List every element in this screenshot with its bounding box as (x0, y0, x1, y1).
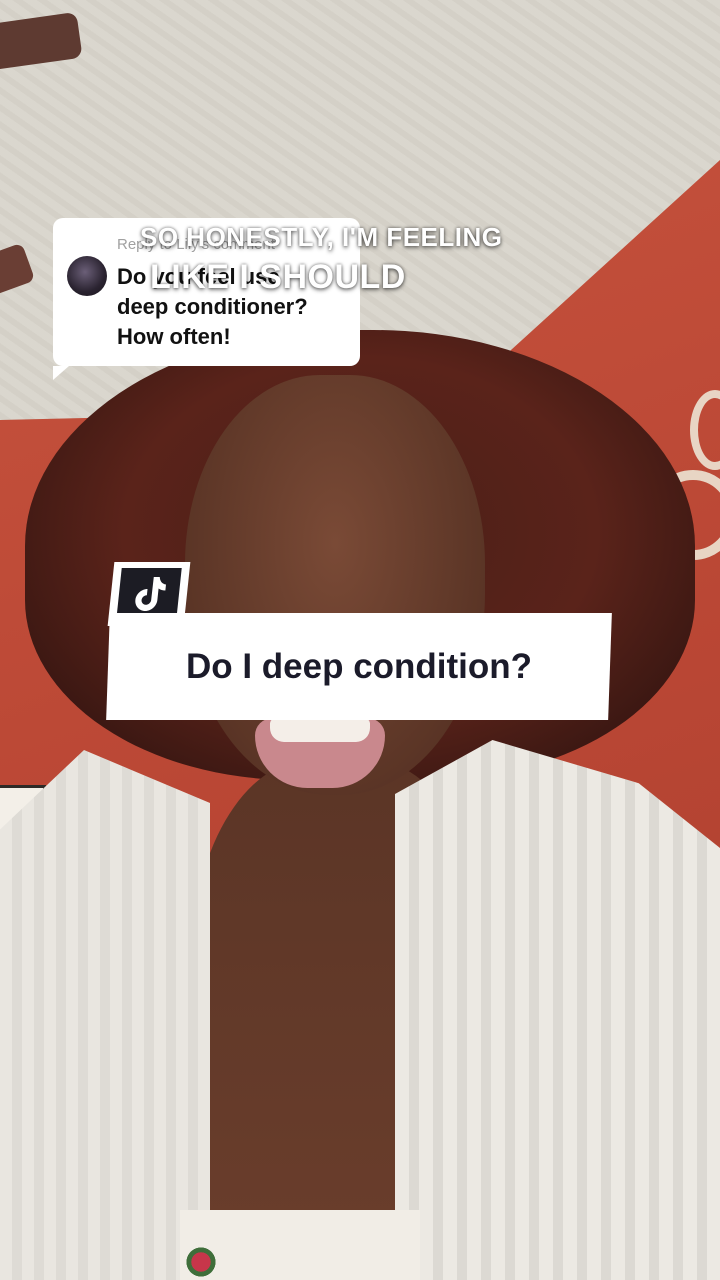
sweater-left (0, 750, 210, 1280)
flower-print (184, 1245, 218, 1279)
topic-card-title[interactable]: Do I deep condition? (108, 613, 610, 720)
tiktok-note-icon (135, 577, 166, 611)
caption-line-1: SO HONESTLY, I'M FEELING (140, 222, 503, 252)
reply-line-3: How often! (117, 324, 231, 349)
caption-line-2: LIKE I SHOULD (150, 258, 406, 296)
teeth (270, 718, 370, 742)
sweater-right (395, 740, 720, 1280)
